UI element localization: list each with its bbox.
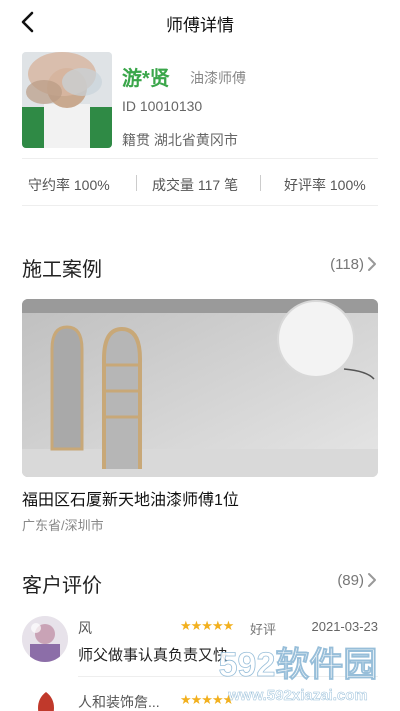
- review-date: 2021-03-23: [311, 619, 379, 634]
- cases-section-title: 施工案例: [22, 259, 102, 281]
- chevron-right-icon[interactable]: [366, 572, 378, 588]
- master-origin: 籍贯 湖北省黄冈市: [122, 132, 238, 148]
- good-rate: 好评率 100%: [284, 177, 366, 193]
- master-role: 油漆师傅: [190, 70, 246, 86]
- stats-divider: [136, 175, 137, 191]
- stats-divider: [260, 175, 261, 191]
- reviews-section-title: 客户评价: [22, 575, 102, 597]
- watermark-url: www.592xiazai.com: [227, 687, 368, 704]
- keep-rate: 守约率 100%: [28, 177, 110, 193]
- watermark-logo: 592软件园 www.592xiazai.com: [196, 636, 400, 711]
- deal-count: 成交量 117 笔: [152, 177, 239, 193]
- chevron-right-icon[interactable]: [366, 256, 378, 272]
- cases-count[interactable]: (118): [330, 256, 364, 273]
- master-profile: 游*贤 油漆师傅 ID 10010130 籍贯 湖北省黄冈市: [22, 52, 378, 156]
- master-id: ID 10010130: [122, 98, 203, 114]
- case-photo[interactable]: [22, 299, 378, 477]
- reviewer-avatar: [22, 616, 68, 662]
- reviewer-avatar: [28, 688, 64, 711]
- nav-bar: 师傅详情: [0, 0, 400, 44]
- reviewer-name: 风: [78, 620, 92, 636]
- case-location: 广东省/深圳市: [22, 518, 104, 533]
- rating-stars-icon: ★★★★★: [180, 618, 234, 633]
- watermark-brand: 592软件园: [219, 646, 378, 684]
- case-title[interactable]: 福田区石厦新天地油漆师傅1位: [22, 486, 239, 510]
- reviewer-name: 人和装饰詹...: [78, 694, 160, 710]
- reviews-count[interactable]: (89): [337, 572, 364, 589]
- stats-row: 守约率 100% 成交量 117 笔 好评率 100%: [22, 158, 378, 206]
- master-name: 游*贤: [122, 68, 170, 90]
- page-title: 师傅详情: [166, 16, 234, 35]
- master-avatar: [22, 52, 112, 148]
